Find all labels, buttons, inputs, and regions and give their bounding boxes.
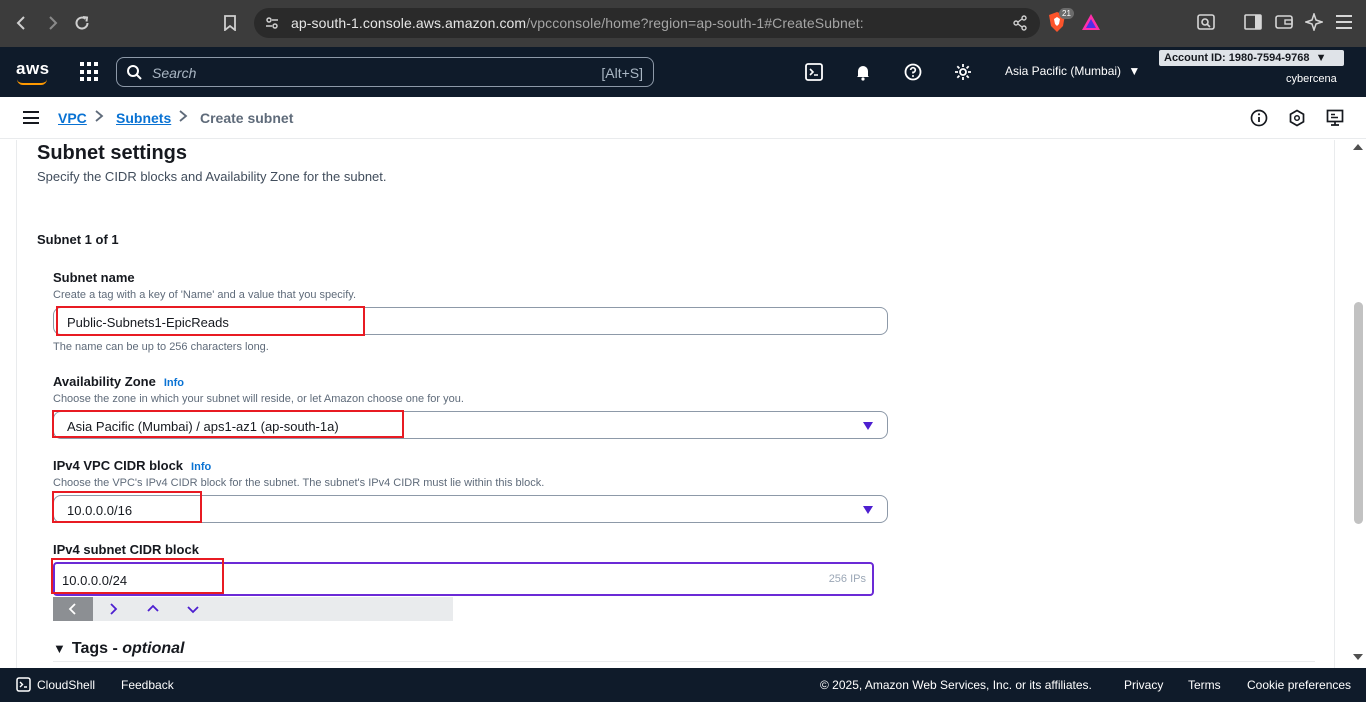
cidr-right-arrow-icon[interactable] (93, 597, 133, 621)
url-text: ap-south-1.console.aws.amazon.com/vpccon… (291, 15, 864, 31)
address-bar[interactable]: ap-south-1.console.aws.amazon.com/vpccon… (254, 8, 1040, 38)
vpc-cidr-select[interactable]: 10.0.0.0/16 (53, 495, 888, 523)
caret-down-icon (863, 506, 873, 514)
section-title: Subnet settings (37, 142, 188, 164)
search-placeholder: Search (152, 65, 197, 81)
back-icon[interactable] (8, 9, 36, 37)
subnet-counter: Subnet 1 of 1 (37, 232, 119, 247)
subnet-cidr-value: 10.0.0.0/24 (62, 573, 128, 588)
subnet-cidr-input[interactable]: 10.0.0.0/24 256 IPs (53, 562, 874, 596)
breadcrumb-chevron-icon (94, 109, 104, 126)
footer-terms[interactable]: Terms (1188, 678, 1221, 692)
subnet-cidr-label: IPv4 subnet CIDR block (53, 542, 199, 557)
footer-copyright: © 2025, Amazon Web Services, Inc. or its… (820, 678, 1092, 692)
scroll-up-arrow-icon[interactable] (1353, 144, 1363, 150)
browser-toolbar: ap-south-1.console.aws.amazon.com/vpccon… (0, 0, 1366, 47)
region-label: Asia Pacific (Mumbai) (1005, 64, 1122, 78)
aws-logo[interactable]: aws (16, 59, 50, 85)
section-description: Specify the CIDR blocks and Availability… (37, 169, 387, 184)
scrollbar-thumb[interactable] (1354, 302, 1363, 524)
breadcrumb-chevron-icon (178, 109, 188, 126)
divider (53, 661, 1315, 662)
az-label-text: Availability Zone (53, 374, 156, 389)
az-description: Choose the zone in which your subnet wil… (53, 393, 464, 405)
region-selector[interactable]: Asia Pacific (Mumbai) ▼ (1005, 64, 1140, 78)
help-icon[interactable] (903, 62, 923, 82)
footer-privacy[interactable]: Privacy (1124, 678, 1163, 692)
subnet-name-input[interactable]: Public-Subnets1-EpicReads (53, 307, 888, 335)
subnet-cidr-ip-count: 256 IPs (828, 573, 866, 585)
footer-cloudshell[interactable]: CloudShell (37, 678, 95, 692)
site-settings-icon[interactable] (264, 15, 280, 36)
tags-label: Tags - (71, 640, 123, 657)
brave-badge: 21 (1059, 8, 1074, 19)
search-icon (126, 64, 142, 85)
forward-icon[interactable] (38, 9, 66, 37)
region-caret-icon: ▼ (1128, 64, 1141, 78)
menu-icon[interactable] (1333, 11, 1355, 33)
cidr-down-arrow-icon[interactable] (173, 597, 213, 621)
breadcrumb-current: Create subnet (200, 110, 294, 126)
sidebar-icon[interactable] (1242, 11, 1264, 33)
cidr-stepper (53, 597, 453, 621)
breadcrumb-subnets[interactable]: Subnets (116, 110, 171, 126)
tags-expander[interactable]: ▼ Tags - optional (53, 640, 184, 658)
caret-down-icon (863, 422, 873, 430)
vpc-cidr-value: 10.0.0.0/16 (67, 503, 133, 518)
vpc-cidr-label-text: IPv4 VPC CIDR block (53, 458, 184, 473)
tags-optional: optional (122, 640, 185, 657)
url-domain: ap-south-1.console.aws.amazon.com (291, 15, 527, 31)
search-shortcut: [Alt+S] (601, 65, 643, 81)
info-panel-icon[interactable] (1249, 108, 1269, 128)
cloudshell-icon[interactable] (804, 62, 824, 82)
console-footer: CloudShell Feedback © 2025, Amazon Web S… (0, 668, 1366, 702)
notifications-bell-icon[interactable] (853, 62, 873, 82)
aws-global-header: aws Search [Alt+S] Asia Pacific (Mumbai)… (0, 47, 1366, 97)
az-label: Availability Zone Info (53, 374, 184, 389)
account-caret-icon: ▼ (1315, 52, 1327, 64)
bookmark-icon[interactable] (216, 9, 244, 37)
footer-feedback[interactable]: Feedback (121, 678, 174, 692)
account-username[interactable]: cybercena (1286, 73, 1337, 85)
search-input[interactable]: Search [Alt+S] (116, 57, 654, 87)
az-info-link[interactable]: Info (164, 377, 184, 389)
breadcrumb-vpc[interactable]: VPC (58, 110, 87, 126)
az-select[interactable]: Asia Pacific (Mumbai) / aps1-az1 (ap-sou… (53, 411, 888, 439)
subnet-name-constraint: The name can be up to 256 characters lon… (53, 341, 269, 353)
cidr-left-arrow-icon[interactable] (53, 597, 93, 621)
az-select-value: Asia Pacific (Mumbai) / aps1-az1 (ap-sou… (67, 419, 339, 434)
footer-cookie-preferences[interactable]: Cookie preferences (1247, 678, 1351, 692)
vpc-cidr-description: Choose the VPC's IPv4 CIDR block for the… (53, 477, 545, 489)
aws-logo-text: aws (16, 59, 50, 78)
breadcrumb-bar: VPC Subnets Create subnet (0, 97, 1366, 139)
vpc-cidr-label: IPv4 VPC CIDR block Info (53, 458, 211, 473)
share-icon[interactable] (1012, 15, 1028, 36)
account-id-badge[interactable]: Account ID: 1980-7594-9768 ▼ (1159, 50, 1344, 66)
cloudshell-footer-icon[interactable] (16, 677, 31, 695)
reload-icon[interactable] (68, 9, 96, 37)
scroll-down-arrow-icon[interactable] (1353, 654, 1363, 660)
account-id-text: Account ID: 1980-7594-9768 (1164, 52, 1310, 64)
leo-ai-icon[interactable] (1303, 11, 1325, 33)
settings-gear-icon[interactable] (953, 62, 973, 82)
tools-panel-icon[interactable] (1325, 108, 1345, 128)
subnet-name-description: Create a tag with a key of 'Name' and a … (53, 289, 356, 301)
services-grid-icon[interactable] (80, 62, 100, 82)
brave-rewards-icon[interactable] (1080, 11, 1102, 33)
wallet-icon[interactable] (1273, 11, 1295, 33)
vpc-cidr-info-link[interactable]: Info (191, 461, 211, 473)
cidr-up-arrow-icon[interactable] (133, 597, 173, 621)
nav-menu-icon[interactable] (23, 111, 39, 124)
subnet-name-label: Subnet name (53, 270, 135, 285)
aws-logo-smile (17, 79, 47, 85)
caret-down-icon: ▼ (53, 641, 66, 656)
brave-shield-icon[interactable]: 21 (1046, 8, 1074, 33)
gen-ai-icon[interactable] (1287, 108, 1307, 128)
subnet-name-value: Public-Subnets1-EpicReads (67, 315, 229, 330)
screenshot-icon[interactable] (1195, 11, 1217, 33)
url-path: /vpcconsole/home?region=ap-south-1#Creat… (526, 15, 864, 31)
